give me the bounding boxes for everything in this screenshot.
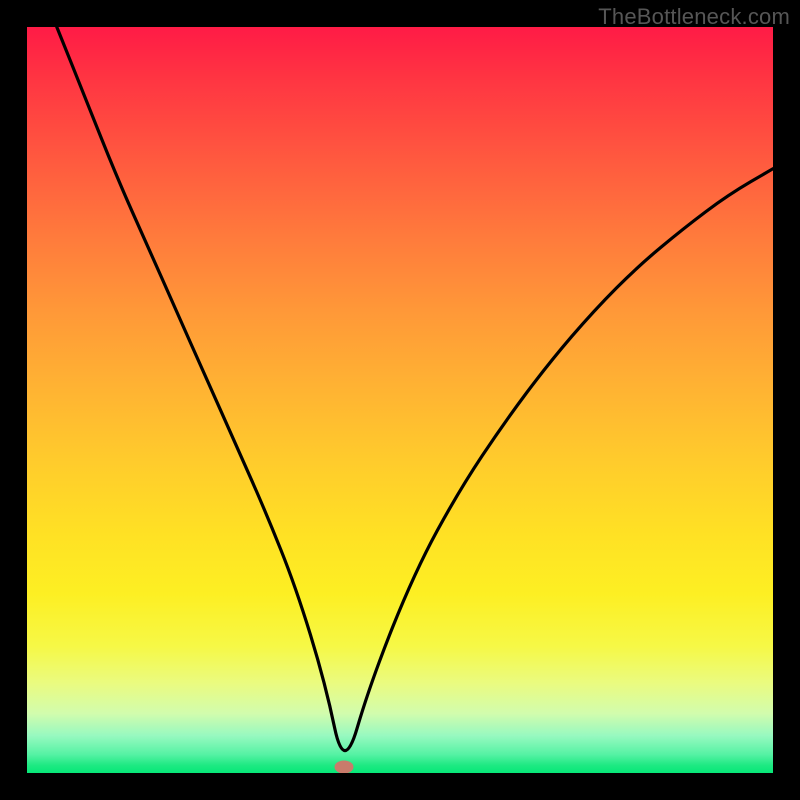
chart-frame: TheBottleneck.com: [0, 0, 800, 800]
optimal-point-marker: [335, 761, 354, 773]
bottleneck-curve: [27, 27, 773, 773]
watermark-text: TheBottleneck.com: [598, 4, 790, 30]
plot-area: [27, 27, 773, 773]
